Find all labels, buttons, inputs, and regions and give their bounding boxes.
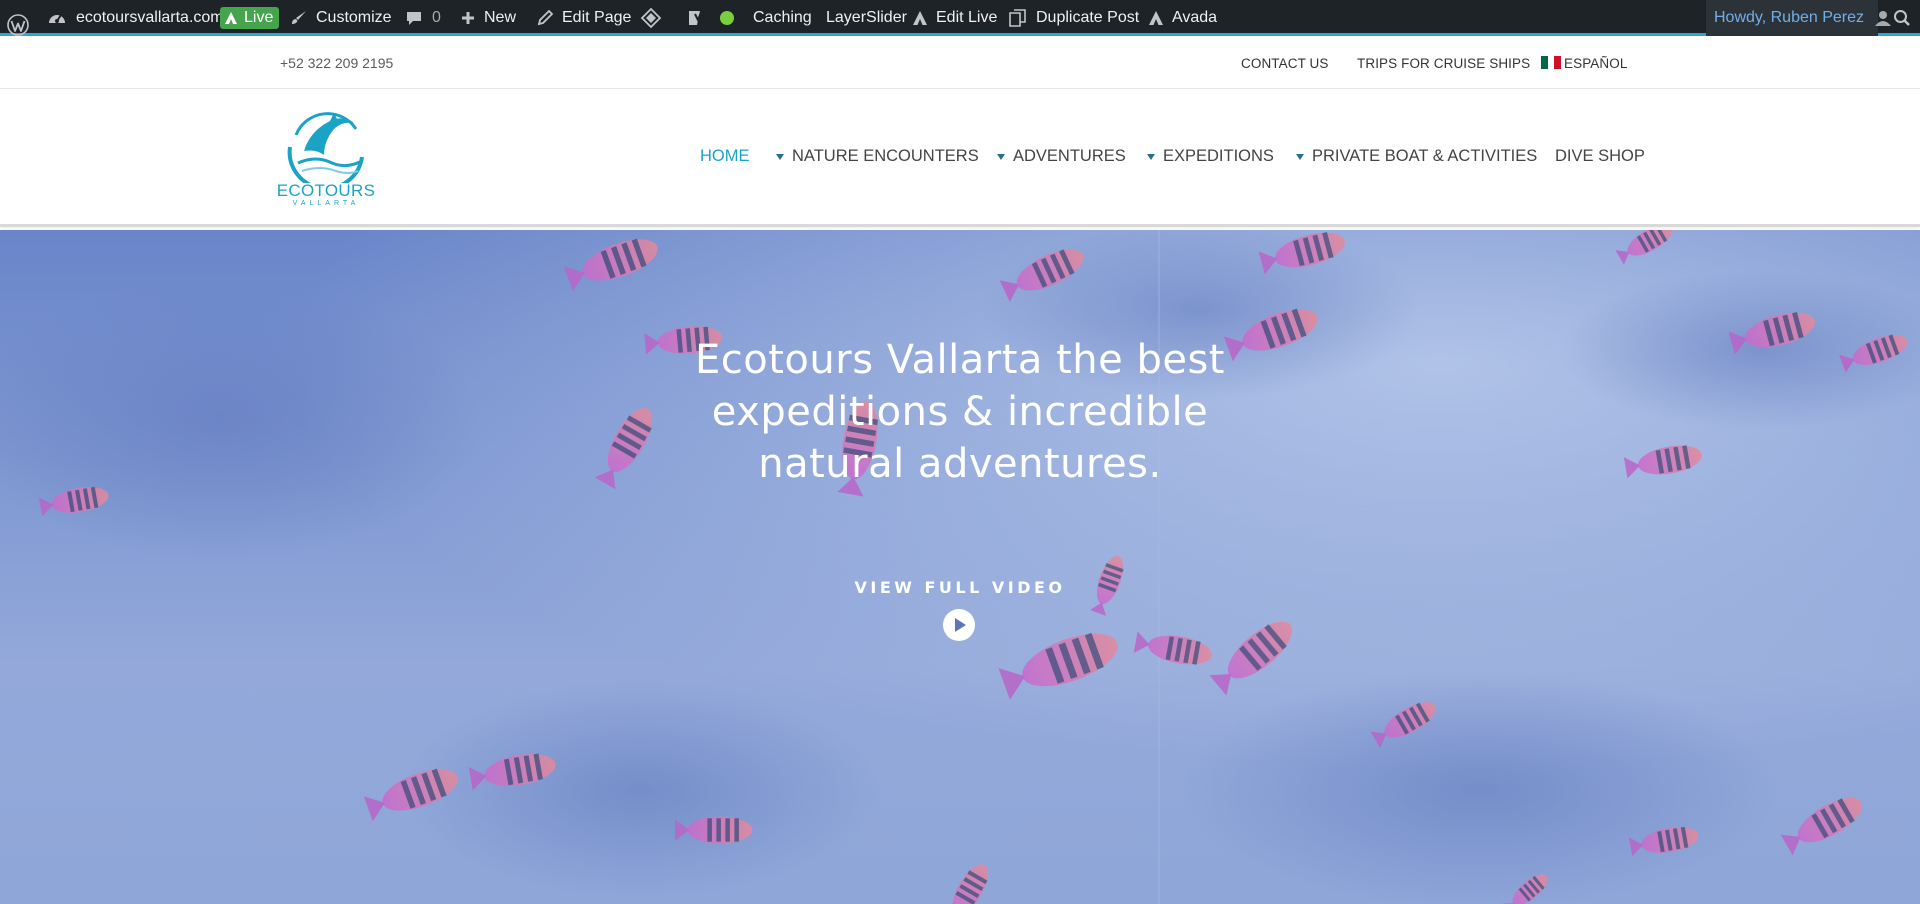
caret-down-icon (776, 153, 784, 160)
live-badge-button[interactable]: Live (220, 7, 280, 29)
pencil-icon (536, 9, 554, 27)
avada-label: Avada (1172, 9, 1218, 26)
duplicate-post-link[interactable]: Duplicate Post (1008, 0, 1139, 36)
new-label: New (484, 9, 517, 26)
phone-number[interactable]: +52 322 209 2195 (280, 55, 393, 71)
duplicate-post-label: Duplicate Post (1036, 9, 1140, 26)
nav-label: DIVE SHOP (1555, 147, 1645, 165)
diamond-plugin-icon[interactable] (640, 0, 662, 36)
nav-label: NATURE ENCOUNTERS (792, 147, 979, 165)
dashboard-icon (47, 9, 67, 27)
site-header: ECOTOURS VALLARTA HOME NATURE ENCOUNTERS… (0, 89, 1920, 227)
hero-title: Ecotours Vallarta the best expeditions &… (640, 334, 1280, 490)
nav-item-adventures[interactable]: ADVENTURES (997, 147, 1126, 166)
wp-admin-bar: ecotoursvallarta.com Live Customize 0 Ne… (0, 0, 1920, 36)
hero-title-line: natural adventures. (758, 441, 1162, 487)
duplicate-icon (1008, 8, 1028, 28)
account-greeting: Howdy, Ruben Perez (1714, 9, 1864, 26)
hero-video-section: Ecotours Vallarta the best expeditions &… (0, 230, 1920, 904)
site-logo[interactable]: ECOTOURS VALLARTA (276, 105, 380, 211)
mexico-flag-icon (1541, 55, 1562, 69)
avada-menu-link[interactable]: Avada (1148, 0, 1217, 36)
nav-item-nature-encounters[interactable]: NATURE ENCOUNTERS (776, 147, 979, 166)
user-avatar-icon (1874, 9, 1892, 27)
nav-item-home[interactable]: HOME (700, 147, 750, 166)
edit-page-label: Edit Page (562, 9, 632, 26)
customize-label: Customize (316, 9, 392, 26)
edit-live-label: Edit Live (936, 9, 998, 26)
play-icon[interactable] (942, 608, 976, 642)
nav-label: HOME (700, 147, 750, 165)
layerslider-link[interactable]: LayerSlider (826, 0, 907, 36)
comment-bubble-icon (405, 9, 423, 27)
seo-status-dot (720, 11, 734, 25)
plus-icon (460, 10, 476, 26)
edit-live-link[interactable]: Edit Live (912, 0, 997, 36)
language-switcher[interactable]: ESPAÑOL (1541, 55, 1628, 71)
caret-down-icon (997, 153, 1005, 160)
logo-subtext: VALLARTA (292, 200, 360, 207)
nav-label: ADVENTURES (1013, 147, 1126, 165)
nav-item-private-boat[interactable]: PRIVATE BOAT & ACTIVITIES (1296, 147, 1537, 166)
nav-item-dive-shop[interactable]: DIVE SHOP (1555, 147, 1645, 166)
avada-live-icon (224, 11, 238, 25)
comments-link[interactable]: 0 (405, 0, 441, 36)
caret-down-icon (1296, 153, 1304, 160)
comments-count: 0 (432, 9, 441, 26)
hero-title-line: Ecotours Vallarta the best (695, 337, 1225, 383)
caching-link[interactable]: Caching (753, 0, 812, 36)
edit-page-link[interactable]: Edit Page (536, 0, 631, 36)
underwater-background-image (0, 230, 1920, 904)
caret-down-icon (1147, 153, 1155, 160)
hero-title-line: expeditions & incredible (711, 389, 1209, 435)
new-content-link[interactable]: New (460, 0, 516, 36)
nav-item-expeditions[interactable]: EXPEDITIONS (1147, 147, 1274, 166)
layerslider-label: LayerSlider (826, 9, 907, 26)
logo-wordmark: ECOTOURS (276, 181, 376, 200)
nav-label: PRIVATE BOAT & ACTIVITIES (1312, 147, 1538, 165)
cruise-ships-link[interactable]: TRIPS FOR CRUISE SHIPS (1357, 56, 1530, 71)
nav-label: EXPEDITIONS (1163, 147, 1274, 165)
site-name-link[interactable]: ecotoursvallarta.com (47, 0, 224, 36)
live-label: Live (244, 9, 274, 26)
yoast-seo-icon[interactable] (686, 0, 708, 36)
paintbrush-icon (290, 9, 308, 27)
avada-icon (912, 10, 928, 26)
view-full-video-link[interactable]: VIEW FULL VIDEO (760, 578, 1160, 597)
avada-icon (1148, 10, 1164, 26)
caching-label: Caching (753, 9, 812, 26)
customize-link[interactable]: Customize (290, 0, 392, 36)
language-label: ESPAÑOL (1564, 56, 1628, 71)
top-contact-bar: +52 322 209 2195 CONTACT US TRIPS FOR CR… (0, 36, 1920, 89)
my-account-link[interactable]: Howdy, Ruben Perez (1706, 0, 1891, 36)
site-name-label: ecotoursvallarta.com (76, 9, 224, 26)
dolphin-logo-icon (287, 112, 364, 191)
contact-us-link[interactable]: CONTACT US (1241, 56, 1329, 71)
search-icon[interactable] (1893, 0, 1911, 36)
